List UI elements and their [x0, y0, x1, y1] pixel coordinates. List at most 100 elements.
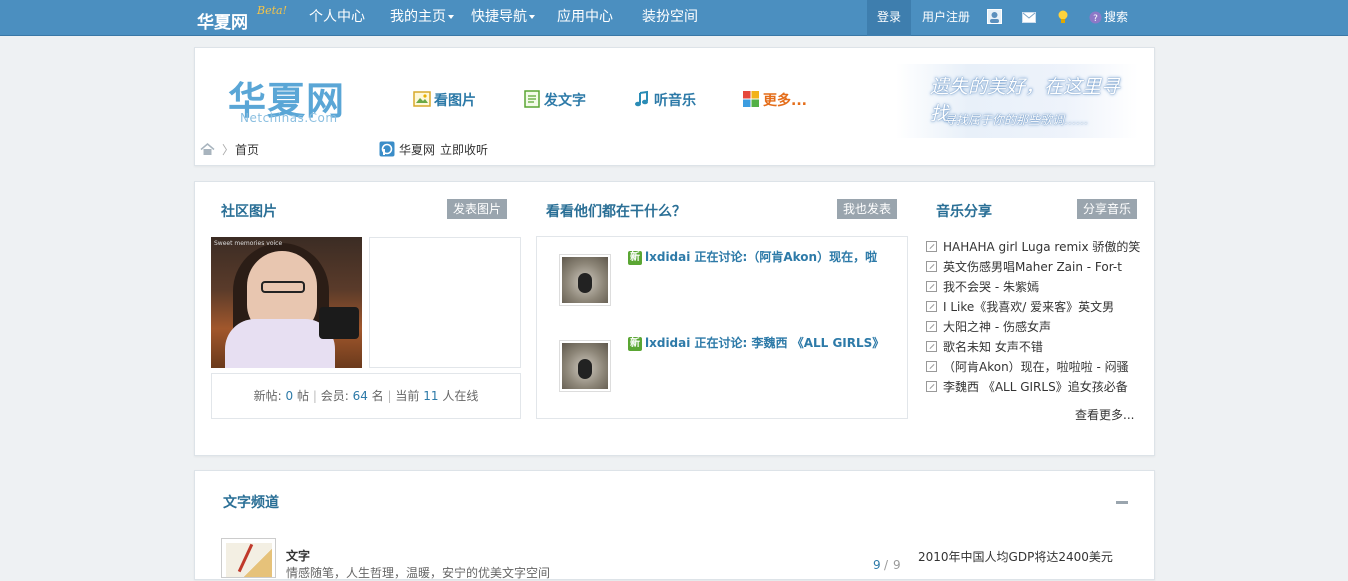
- feed-title: 看看他们都在干什么？: [546, 204, 686, 220]
- stats-new-unit: 帖: [296, 389, 309, 403]
- post-status-button[interactable]: 我也发表: [837, 199, 898, 219]
- site-logo[interactable]: 华夏网: [197, 8, 248, 33]
- music-item-label: 李魏西 《ALL GIRLS》追女孩必备: [943, 380, 1128, 394]
- empty-photo-slot: [369, 237, 521, 368]
- stats-online-label: 当前: [395, 389, 420, 403]
- quick-link-music[interactable]: 听音乐: [633, 90, 696, 111]
- login-button[interactable]: 登录: [867, 0, 911, 36]
- radio-listen-link[interactable]: 立即收听: [440, 141, 488, 158]
- music-item[interactable]: 李魏西 《ALL GIRLS》追女孩必备: [926, 378, 1128, 395]
- radio-site-label: 华夏网: [399, 143, 436, 157]
- quick-link-more-label: 更多...: [763, 93, 807, 109]
- text-channel-item-desc: 情感随笔，人生哲理，温暖，安宁的优美文字空间: [286, 566, 551, 580]
- music-title: 音乐分享: [936, 204, 992, 220]
- document-icon: [524, 90, 540, 108]
- photo-caption: Sweet memories voice: [214, 240, 283, 247]
- text-channel-right-item[interactable]: 2010年中国人均GDP将达2400美元: [918, 548, 1113, 565]
- nav-my-home[interactable]: 我的主页: [390, 0, 454, 36]
- stats-new-count: 0: [285, 389, 294, 403]
- feed-item[interactable]: 新 lxdidai 正在讨论: 李魏西 《ALL GIRLS》: [628, 334, 884, 351]
- banner-line-2: 寻找属于你的那些歌调……: [944, 113, 1089, 127]
- edit-icon: [926, 281, 937, 292]
- music-item[interactable]: 我不会哭 - 朱紫嫣: [926, 278, 1039, 295]
- edit-icon: [926, 381, 937, 392]
- music-item-label: （阿肯Akon）现在，啦啦啦 - 闷骚: [943, 360, 1129, 374]
- koala-nose: [578, 273, 592, 293]
- community-stats: 新帖: 0 帖 | 会员: 64 名 | 当前 11 人在线: [211, 373, 521, 419]
- register-link[interactable]: 用户注册: [922, 0, 970, 36]
- community-photo[interactable]: Sweet memories voice: [211, 237, 362, 368]
- koala-nose: [578, 359, 592, 379]
- edit-icon: [926, 301, 937, 312]
- music-item-label: 我不会哭 - 朱紫嫣: [943, 280, 1039, 294]
- photo-bag: [319, 307, 359, 339]
- text-channel-title: 文字频道: [223, 495, 279, 511]
- edit-icon: [926, 261, 937, 272]
- edit-icon: [926, 341, 937, 352]
- nav-decorate-space[interactable]: 装扮空间: [642, 0, 698, 36]
- nav-app-center[interactable]: 应用中心: [557, 0, 613, 36]
- stats-members-unit: 名: [371, 389, 384, 403]
- new-badge: 新: [628, 337, 642, 351]
- picture-icon: [413, 91, 431, 107]
- apps-icon: [743, 91, 759, 107]
- mail-icon[interactable]: [1022, 0, 1036, 36]
- music-item[interactable]: 英文伤感男唱Maher Zain - For-t: [926, 258, 1122, 275]
- post-photo-button[interactable]: 发表图片: [447, 199, 508, 219]
- chevron-down-icon: [529, 15, 535, 19]
- music-item[interactable]: 歌名未知 女声不错: [926, 338, 1043, 355]
- music-item-label: 英文伤感男唱Maher Zain - For-t: [943, 260, 1122, 274]
- avatar[interactable]: [559, 254, 611, 306]
- top-navbar: 华夏网 Beta! 个人中心 我的主页 快捷导航 应用中心 装扮空间 登录 用户…: [0, 0, 1348, 36]
- avatar[interactable]: [559, 340, 611, 392]
- music-icon: [635, 90, 648, 107]
- quick-link-more[interactable]: 更多...: [742, 90, 807, 111]
- feed-item-text: lxdidai 正在讨论: 李魏西 《ALL GIRLS》: [645, 336, 885, 350]
- music-item[interactable]: （阿肯Akon）现在，啦啦啦 - 闷骚: [926, 358, 1129, 375]
- music-item[interactable]: HAHAHA girl Luga remix 骄傲的笑: [926, 238, 1140, 255]
- edit-icon: [926, 241, 937, 252]
- view-more-music-link[interactable]: 查看更多...: [1075, 406, 1134, 423]
- search-label: 搜索: [1104, 10, 1129, 24]
- collapse-icon[interactable]: [1116, 501, 1128, 504]
- feed-item[interactable]: 新 lxdidai 正在讨论:（阿肯Akon）现在，啦: [628, 248, 877, 265]
- nav-quick-navigation[interactable]: 快捷导航: [471, 0, 535, 36]
- stats-members-count: 64: [352, 389, 368, 403]
- radio-icon[interactable]: [379, 141, 395, 160]
- home-icon[interactable]: [200, 143, 215, 158]
- edit-icon: [926, 361, 937, 372]
- music-item-label: I Like《我喜欢/ 爱来客》英文男: [943, 300, 1115, 314]
- new-badge: 新: [628, 251, 642, 265]
- nav-my-home-label: 我的主页: [390, 9, 446, 25]
- user-icon[interactable]: [987, 0, 1002, 36]
- stats-online-count: 11: [423, 389, 439, 403]
- music-item[interactable]: I Like《我喜欢/ 爱来客》英文男: [926, 298, 1114, 315]
- chevron-down-icon: [448, 15, 454, 19]
- text-channel-item-title[interactable]: 文字: [286, 547, 310, 564]
- edit-icon: [926, 321, 937, 332]
- photo-glasses: [261, 281, 305, 293]
- question-icon: ?: [1089, 11, 1102, 24]
- koala-image: [562, 257, 608, 303]
- text-channel-thumbnail[interactable]: [221, 538, 276, 578]
- feed-item-text: lxdidai 正在讨论:（阿肯Akon）现在，啦: [645, 250, 878, 264]
- stats-divider: |: [312, 389, 317, 403]
- search-link[interactable]: ? 搜索: [1089, 0, 1128, 36]
- nav-personal-center[interactable]: 个人中心: [309, 0, 365, 36]
- share-music-button[interactable]: 分享音乐: [1077, 199, 1138, 219]
- bulb-icon[interactable]: [1057, 0, 1069, 36]
- quick-link-text-label: 发文字: [544, 93, 586, 109]
- quick-link-music-label: 听音乐: [654, 93, 696, 109]
- music-item-label: 歌名未知 女声不错: [943, 340, 1043, 354]
- stats-members-label: 会员:: [320, 389, 349, 403]
- music-item-label: HAHAHA girl Luga remix 骄傲的笑: [943, 240, 1141, 254]
- quick-link-text[interactable]: 发文字: [523, 90, 586, 111]
- quick-link-pictures[interactable]: 看图片: [413, 90, 476, 111]
- music-item[interactable]: 大阳之神 - 伤感女声: [926, 318, 1051, 335]
- breadcrumb-home[interactable]: 首页: [235, 141, 259, 158]
- header-banner: 遗失的美好，在这里寻找 寻找属于你的那些歌调……: [896, 64, 1138, 138]
- stats-divider: |: [387, 389, 392, 403]
- stats-online-unit: 人在线: [442, 389, 479, 403]
- music-item-label: 大阳之神 - 伤感女声: [943, 320, 1051, 334]
- koala-image: [562, 343, 608, 389]
